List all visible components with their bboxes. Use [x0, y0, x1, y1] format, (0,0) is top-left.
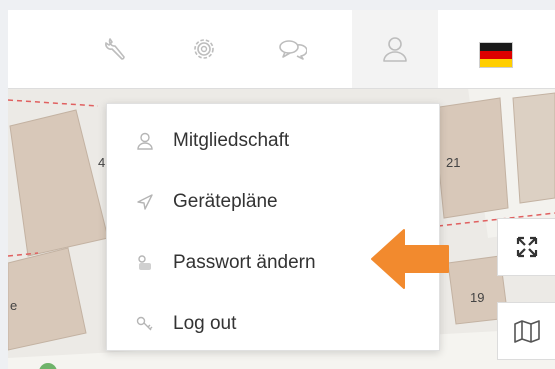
- menu-item-device-plans[interactable]: Gerätepläne: [107, 179, 439, 225]
- app-window: 4 21 19 e Mitgliedschaft Gerätepläne Pas…: [8, 10, 555, 369]
- send-icon: [135, 192, 155, 212]
- menu-item-membership[interactable]: Mitgliedschaft: [107, 118, 439, 164]
- map-layers-button[interactable]: [497, 302, 555, 360]
- settings-button[interactable]: [176, 10, 232, 88]
- user-dropdown-menu: Mitgliedschaft Gerätepläne Passwort ände…: [106, 103, 440, 351]
- highlight-arrow-icon: [371, 229, 449, 289]
- top-toolbar: [8, 10, 555, 89]
- menu-item-logout[interactable]: Log out: [107, 301, 439, 347]
- map-house-number: 19: [470, 290, 485, 305]
- menu-item-label: Mitgliedschaft: [173, 130, 290, 151]
- expand-icon: [516, 236, 538, 258]
- menu-item-label: Gerätepläne: [173, 191, 278, 212]
- map-icon: [514, 320, 540, 343]
- tools-button[interactable]: [88, 10, 144, 88]
- map-house-number: 21: [446, 155, 461, 170]
- user-menu-button[interactable]: [352, 10, 438, 88]
- chat-icon: [279, 40, 307, 60]
- wrench-icon: [105, 38, 125, 60]
- map-street-label: e: [10, 298, 18, 313]
- menu-item-label: Log out: [173, 313, 237, 334]
- map-house-number: 4: [98, 155, 106, 170]
- menu-item-label: Passwort ändern: [173, 252, 316, 273]
- fullscreen-button[interactable]: [497, 218, 555, 276]
- key-icon: [135, 314, 155, 334]
- key-lock-icon: [135, 253, 155, 273]
- user-icon: [135, 131, 155, 151]
- messages-button[interactable]: [264, 10, 320, 88]
- language-flag-german[interactable]: [479, 42, 513, 68]
- user-icon: [383, 37, 407, 62]
- gear-icon: [194, 39, 214, 59]
